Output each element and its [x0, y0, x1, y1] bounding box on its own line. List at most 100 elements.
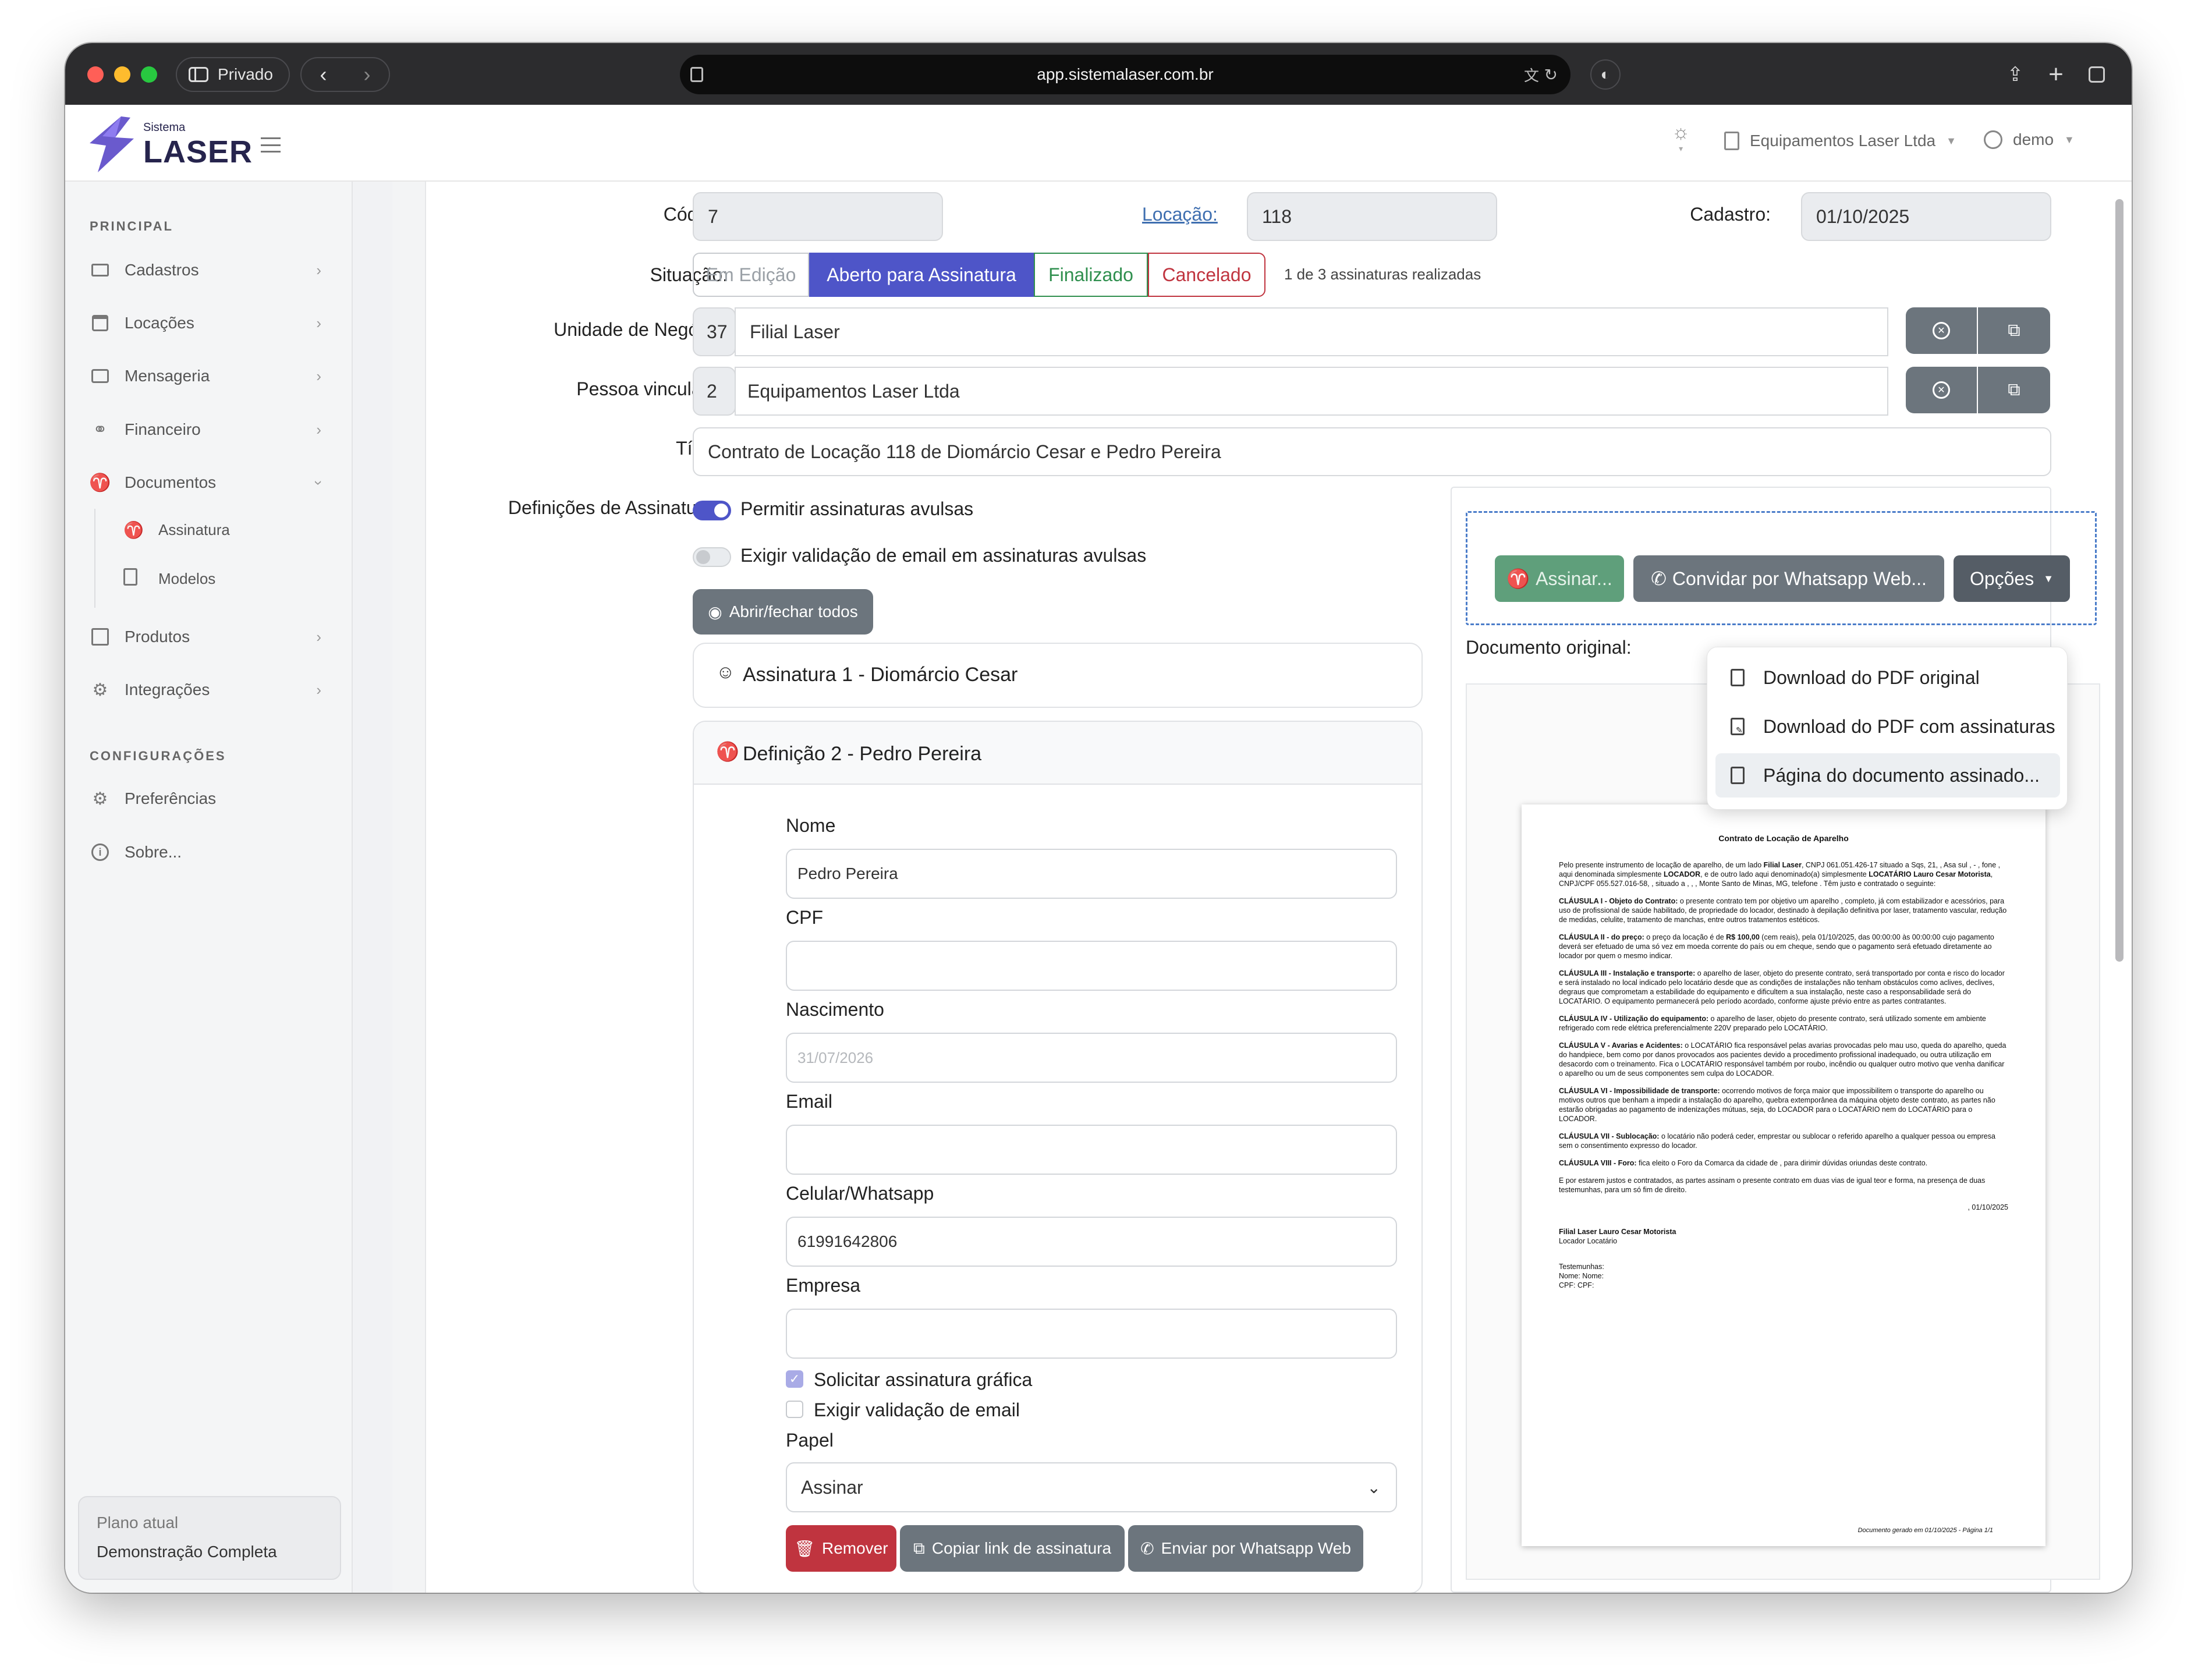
locacao-link[interactable]: Locação:: [1142, 204, 1218, 225]
menu-download-assinado[interactable]: ✎ Download do PDF com assinaturas: [1715, 704, 2060, 749]
open-unidade-button[interactable]: ⧉: [1978, 307, 2050, 354]
content-left-gutter: [392, 182, 426, 1593]
unidade-name-field[interactable]: Filial Laser: [735, 307, 1888, 356]
copiar-link-button[interactable]: ⧉ Copiar link de assinatura: [900, 1525, 1125, 1572]
browser-toolbar: Privado ‹ › app.sistemalaser.com.br 文 ↻ …: [65, 43, 2132, 105]
signature-card-1[interactable]: ☺ Assinatura 1 - Diomárcio Cesar: [693, 643, 1423, 708]
external-link-icon: ⧉: [2008, 321, 2020, 340]
convidar-whatsapp-button[interactable]: ✆ Convidar por Whatsapp Web...: [1633, 555, 1944, 602]
checkbox-validacao-email-label: Exigir validação de email: [814, 1399, 1020, 1420]
pessoa-id-field[interactable]: 2: [693, 367, 736, 416]
empresa-input[interactable]: [786, 1309, 1397, 1359]
pessoa-name-field[interactable]: Equipamentos Laser Ltda: [735, 367, 1888, 416]
forward-icon[interactable]: ›: [364, 62, 371, 87]
translate-icon[interactable]: 文: [1524, 64, 1539, 86]
opcoes-dropdown-button[interactable]: Opções ▼: [1954, 555, 2070, 602]
cadastro-field[interactable]: 01/10/2025: [1801, 192, 2051, 241]
situacao-finalizado[interactable]: Finalizado: [1034, 253, 1148, 297]
zoom-window-button[interactable]: [141, 66, 157, 83]
cpf-input[interactable]: [786, 941, 1397, 991]
private-tab-group-button[interactable]: Privado: [176, 57, 290, 92]
folder-icon: [90, 260, 111, 281]
sidebar-section-config: CONFIGURAÇÕES: [90, 749, 226, 763]
abrir-fechar-button[interactable]: ◉ Abrir/fechar todos: [693, 589, 873, 635]
menu-pagina-assinado[interactable]: Página do documento assinado...: [1715, 753, 2060, 798]
scrollbar-thumb[interactable]: [2115, 199, 2123, 962]
papel-select[interactable]: Assinar ⌄: [786, 1462, 1397, 1512]
remover-button[interactable]: 🗑 Remover: [786, 1525, 896, 1572]
doc-witness-cpf: CPF: CPF:: [1559, 1281, 1594, 1289]
assinar-button[interactable]: ♈ Assinar...: [1495, 555, 1624, 602]
enviar-whatsapp-button[interactable]: ✆ Enviar por Whatsapp Web: [1128, 1525, 1363, 1572]
menu-download-original[interactable]: Download do PDF original: [1715, 655, 2060, 700]
checkbox-validacao-email[interactable]: [786, 1401, 803, 1418]
address-bar[interactable]: app.sistemalaser.com.br 文 ↻: [680, 55, 1570, 94]
new-tab-icon[interactable]: +: [2044, 60, 2068, 88]
shield-icon[interactable]: ◐: [1590, 59, 1621, 90]
sidebar-item-preferencias[interactable]: ⚙ Preferências: [90, 781, 328, 816]
sidebar: PRINCIPAL Cadastros › Locações › Mensage…: [65, 182, 353, 1593]
sidebar-item-label: Produtos: [125, 628, 190, 646]
sidebar-item-integracoes[interactable]: ⚙ Integrações ›: [90, 672, 328, 707]
checkbox-assinatura-grafica[interactable]: ✓: [786, 1370, 803, 1388]
whatsapp-icon: ✆: [1651, 568, 1667, 589]
opcoes-menu: Download do PDF original ✎ Download do PD…: [1707, 647, 2068, 810]
nome-input[interactable]: Pedro Pereira: [786, 849, 1397, 899]
clear-pessoa-button[interactable]: ✕: [1906, 367, 1977, 413]
nascimento-input[interactable]: 31/07/2026: [786, 1033, 1397, 1083]
minimize-window-button[interactable]: [114, 66, 130, 83]
company-selector[interactable]: Equipamentos Laser Ltda ▼: [1724, 132, 1956, 150]
chevron-down-icon: ⌄: [1367, 1478, 1381, 1497]
sidebar-item-sobre[interactable]: i Sobre...: [90, 835, 328, 870]
locacao-field[interactable]: 118: [1247, 192, 1497, 241]
sidebar-item-cadastros[interactable]: Cadastros ›: [90, 253, 328, 288]
whatsapp-icon: ✆: [1140, 1539, 1154, 1558]
sidebar-item-locacoes[interactable]: Locações ›: [90, 306, 328, 341]
user-menu[interactable]: demo ▼: [1984, 130, 2075, 149]
open-pessoa-button[interactable]: ⧉: [1978, 367, 2050, 413]
browser-window: Privado ‹ › app.sistemalaser.com.br 文 ↻ …: [65, 43, 2132, 1593]
unidade-id-field[interactable]: 37: [693, 307, 736, 356]
page-settings-icon[interactable]: [690, 67, 703, 82]
signature-icon: ♈: [1506, 568, 1530, 589]
situacao-em-edicao[interactable]: Em Edição: [693, 253, 809, 297]
titulo-field[interactable]: Contrato de Locação 118 de Diomárcio Ces…: [693, 427, 2051, 476]
toggle-email-validation[interactable]: [693, 547, 731, 567]
clear-unidade-button[interactable]: ✕: [1906, 307, 1977, 354]
sidebar-item-produtos[interactable]: Produtos ›: [90, 619, 328, 654]
abrir-fechar-label: Abrir/fechar todos: [729, 602, 858, 621]
sidebar-item-financeiro[interactable]: ⚭ Financeiro ›: [90, 412, 328, 447]
sidebar-item-modelos[interactable]: Modelos: [123, 561, 327, 596]
sidebar-item-assinatura[interactable]: ♈ Assinatura: [123, 512, 327, 547]
theme-toggle-icon[interactable]: ☼ ▾: [1672, 121, 1690, 154]
app-header: Sistema LASER ☼ ▾ Equipamentos Laser Ltda…: [65, 105, 2132, 182]
reload-icon[interactable]: ↻: [1544, 65, 1558, 84]
situacao-cancelado[interactable]: Cancelado: [1148, 253, 1265, 297]
close-window-button[interactable]: [87, 66, 104, 83]
checkbox-assinatura-grafica-label: Solicitar assinatura gráfica: [814, 1369, 1033, 1390]
caret-down-icon: ▼: [2043, 572, 2054, 584]
celular-input[interactable]: 61991642806: [786, 1217, 1397, 1267]
empresa-label: Empresa: [786, 1275, 861, 1296]
menu-item-label: Download do PDF original: [1763, 667, 1980, 688]
tab-overview-icon[interactable]: [2085, 63, 2108, 86]
chevron-right-icon: ›: [316, 261, 321, 279]
plug-icon: ⚙: [92, 680, 108, 700]
sidebar-item-documentos[interactable]: ♈ Documentos ›: [89, 465, 328, 500]
share-icon[interactable]: ⇪: [2004, 61, 2027, 88]
remover-label: Remover: [821, 1539, 888, 1557]
hamburger-menu-icon[interactable]: [261, 137, 281, 153]
plan-label: Plano atual: [97, 1514, 179, 1532]
codigo-field[interactable]: 7: [693, 192, 943, 241]
assinaturas-count: 1 de 3 assinaturas realizadas: [1284, 265, 1481, 283]
papel-selected-value: Assinar: [801, 1476, 863, 1498]
clear-circle-icon: ✕: [1933, 381, 1950, 399]
situacao-aberto[interactable]: Aberto para Assinatura: [809, 253, 1034, 297]
email-input[interactable]: [786, 1125, 1397, 1175]
toggle-avulsas[interactable]: [693, 501, 731, 520]
user-circle-icon: [1984, 130, 2002, 149]
sidebar-item-mensageria[interactable]: Mensageria ›: [90, 359, 328, 394]
back-icon[interactable]: ‹: [320, 62, 327, 87]
definition-2-header[interactable]: ♈ Definição 2 - Pedro Pereira: [694, 722, 1421, 785]
chevron-right-icon: ›: [316, 314, 321, 332]
